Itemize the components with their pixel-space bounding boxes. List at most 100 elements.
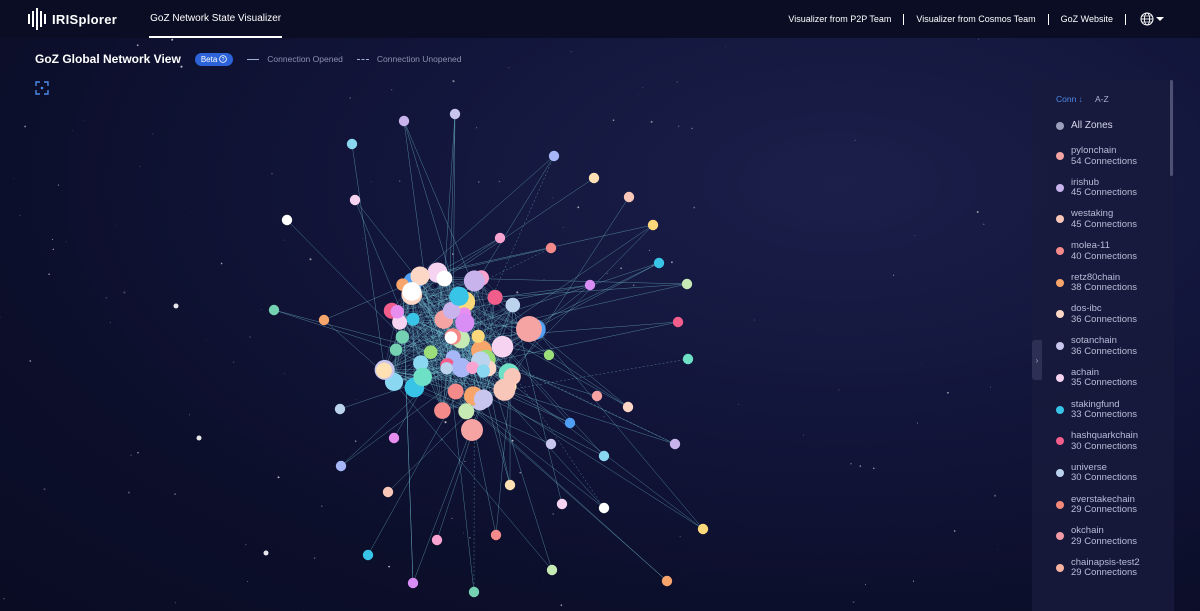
zone-node[interactable] — [669, 438, 681, 450]
zone-node[interactable] — [268, 304, 280, 316]
zone-list-item[interactable]: westaking 45 Connections — [1056, 209, 1170, 241]
zone-node[interactable] — [436, 270, 453, 287]
zone-node[interactable] — [455, 313, 475, 333]
zone-list-item[interactable]: stakingfund 33 Connections — [1056, 399, 1170, 432]
zone-node[interactable] — [661, 575, 673, 587]
zone-node[interactable] — [395, 330, 410, 344]
zone-node[interactable] — [362, 549, 374, 561]
star — [152, 133, 154, 135]
zone-list-item[interactable]: sotanchain 36 Connections — [1056, 336, 1170, 368]
zone-list-item[interactable]: dos-ibc 36 Connections — [1056, 304, 1170, 336]
zone-node[interactable] — [463, 270, 485, 292]
zone-node[interactable] — [461, 419, 483, 441]
zone-node[interactable] — [398, 115, 410, 127]
zone-node[interactable] — [490, 529, 502, 541]
zone-node[interactable] — [444, 331, 458, 344]
zone-node[interactable] — [389, 343, 403, 356]
zone-node[interactable] — [449, 286, 469, 306]
zone-node[interactable] — [591, 390, 603, 402]
zone-node[interactable] — [473, 389, 493, 409]
zone-node[interactable] — [335, 460, 347, 472]
zone-node[interactable] — [546, 564, 558, 576]
zone-list-item[interactable]: chainapsis-test2 29 Connections — [1056, 557, 1170, 590]
star — [725, 46, 727, 47]
zone-node[interactable] — [584, 279, 596, 291]
header-links: Visualizer from P2P Team Visualizer from… — [776, 0, 1164, 38]
all-zones-item[interactable]: All Zones — [1056, 120, 1113, 131]
zone-node[interactable] — [623, 191, 635, 203]
zone-list-item[interactable]: retz80chain 38 Connections — [1056, 272, 1170, 305]
tab-goz-network-state-visualizer[interactable]: GoZ Network State Visualizer — [149, 0, 283, 38]
zone-node[interactable] — [281, 214, 293, 226]
zone-list-item[interactable]: irishub 45 Connections — [1056, 177, 1170, 210]
zone-node[interactable] — [548, 150, 560, 162]
zone-list-item[interactable]: achain 35 Connections — [1056, 367, 1170, 400]
zone-node[interactable] — [413, 367, 433, 387]
zone-list-item[interactable]: molea-11 40 Connections — [1056, 241, 1170, 273]
sort-alphabetical-button[interactable]: A-Z — [1095, 94, 1109, 104]
zone-node[interactable] — [388, 432, 400, 444]
zone-node[interactable] — [681, 278, 693, 290]
zone-node[interactable] — [382, 486, 394, 498]
globe-icon — [1140, 12, 1154, 26]
panel-scrollbar[interactable] — [1170, 80, 1173, 176]
zone-list-item[interactable]: okchain 29 Connections — [1056, 526, 1170, 558]
star — [914, 234, 916, 236]
zone-node[interactable] — [406, 312, 420, 326]
zone-node[interactable] — [346, 138, 358, 150]
zone-node[interactable] — [516, 316, 542, 342]
zone-node[interactable] — [556, 498, 568, 510]
zone-node[interactable] — [564, 417, 576, 429]
zone-node[interactable] — [390, 305, 404, 319]
zone-list-item[interactable]: universe 30 Connections — [1056, 462, 1170, 495]
zone-node[interactable] — [431, 534, 443, 546]
zone-node[interactable] — [434, 402, 451, 419]
zone-node[interactable] — [447, 383, 464, 400]
zone-node[interactable] — [440, 362, 453, 375]
zone-node[interactable] — [622, 401, 634, 413]
zone-node[interactable] — [491, 335, 514, 358]
link-visualizer-p2p[interactable]: Visualizer from P2P Team — [776, 13, 905, 25]
zone-node[interactable] — [545, 438, 557, 450]
star — [48, 273, 50, 276]
zone-node[interactable] — [458, 403, 475, 420]
link-goz-website[interactable]: GoZ Website — [1049, 13, 1126, 25]
zone-node[interactable] — [503, 368, 521, 386]
irisplorer-logo[interactable]: IRISplorer — [28, 8, 117, 30]
graph-nodes[interactable] — [268, 108, 709, 598]
zone-node[interactable] — [349, 194, 361, 206]
zone-node[interactable] — [545, 242, 557, 254]
sort-by-connections-button[interactable]: Conn ↓ — [1056, 94, 1083, 104]
zone-node[interactable] — [494, 232, 506, 244]
zone-node[interactable] — [598, 502, 610, 514]
zone-node[interactable] — [697, 523, 709, 535]
network-graph[interactable] — [0, 38, 1030, 611]
zone-list-item[interactable]: pylonchain 54 Connections — [1056, 145, 1170, 178]
collapse-panel-handle[interactable]: › — [1032, 340, 1042, 380]
link-visualizer-cosmos[interactable]: Visualizer from Cosmos Team — [904, 13, 1049, 25]
zone-node[interactable] — [653, 257, 665, 269]
zone-list-item[interactable]: hashquarkchain 30 Connections — [1056, 431, 1170, 463]
zone-node[interactable] — [647, 219, 659, 231]
zone-node[interactable] — [682, 353, 694, 365]
zone-node[interactable] — [588, 172, 600, 184]
zone-node[interactable] — [449, 108, 461, 120]
zone-node[interactable] — [407, 577, 419, 589]
zone-node[interactable] — [487, 289, 503, 305]
zone-node[interactable] — [672, 316, 684, 328]
zone-node[interactable] — [598, 450, 610, 462]
zone-node[interactable] — [471, 329, 485, 343]
zone-node[interactable] — [543, 349, 555, 361]
zone-node[interactable] — [504, 479, 516, 491]
zone-list-item[interactable]: everstakechain 29 Connections — [1056, 494, 1170, 527]
star — [452, 253, 454, 255]
zone-node[interactable] — [318, 314, 330, 326]
zone-node[interactable] — [334, 403, 346, 415]
zone-node[interactable] — [476, 364, 490, 378]
zone-node[interactable] — [402, 282, 422, 301]
zone-node[interactable] — [468, 586, 480, 598]
zone-node[interactable] — [423, 345, 438, 360]
language-selector[interactable] — [1140, 12, 1164, 26]
zone-node[interactable] — [505, 297, 521, 313]
zone-node[interactable] — [376, 362, 392, 379]
